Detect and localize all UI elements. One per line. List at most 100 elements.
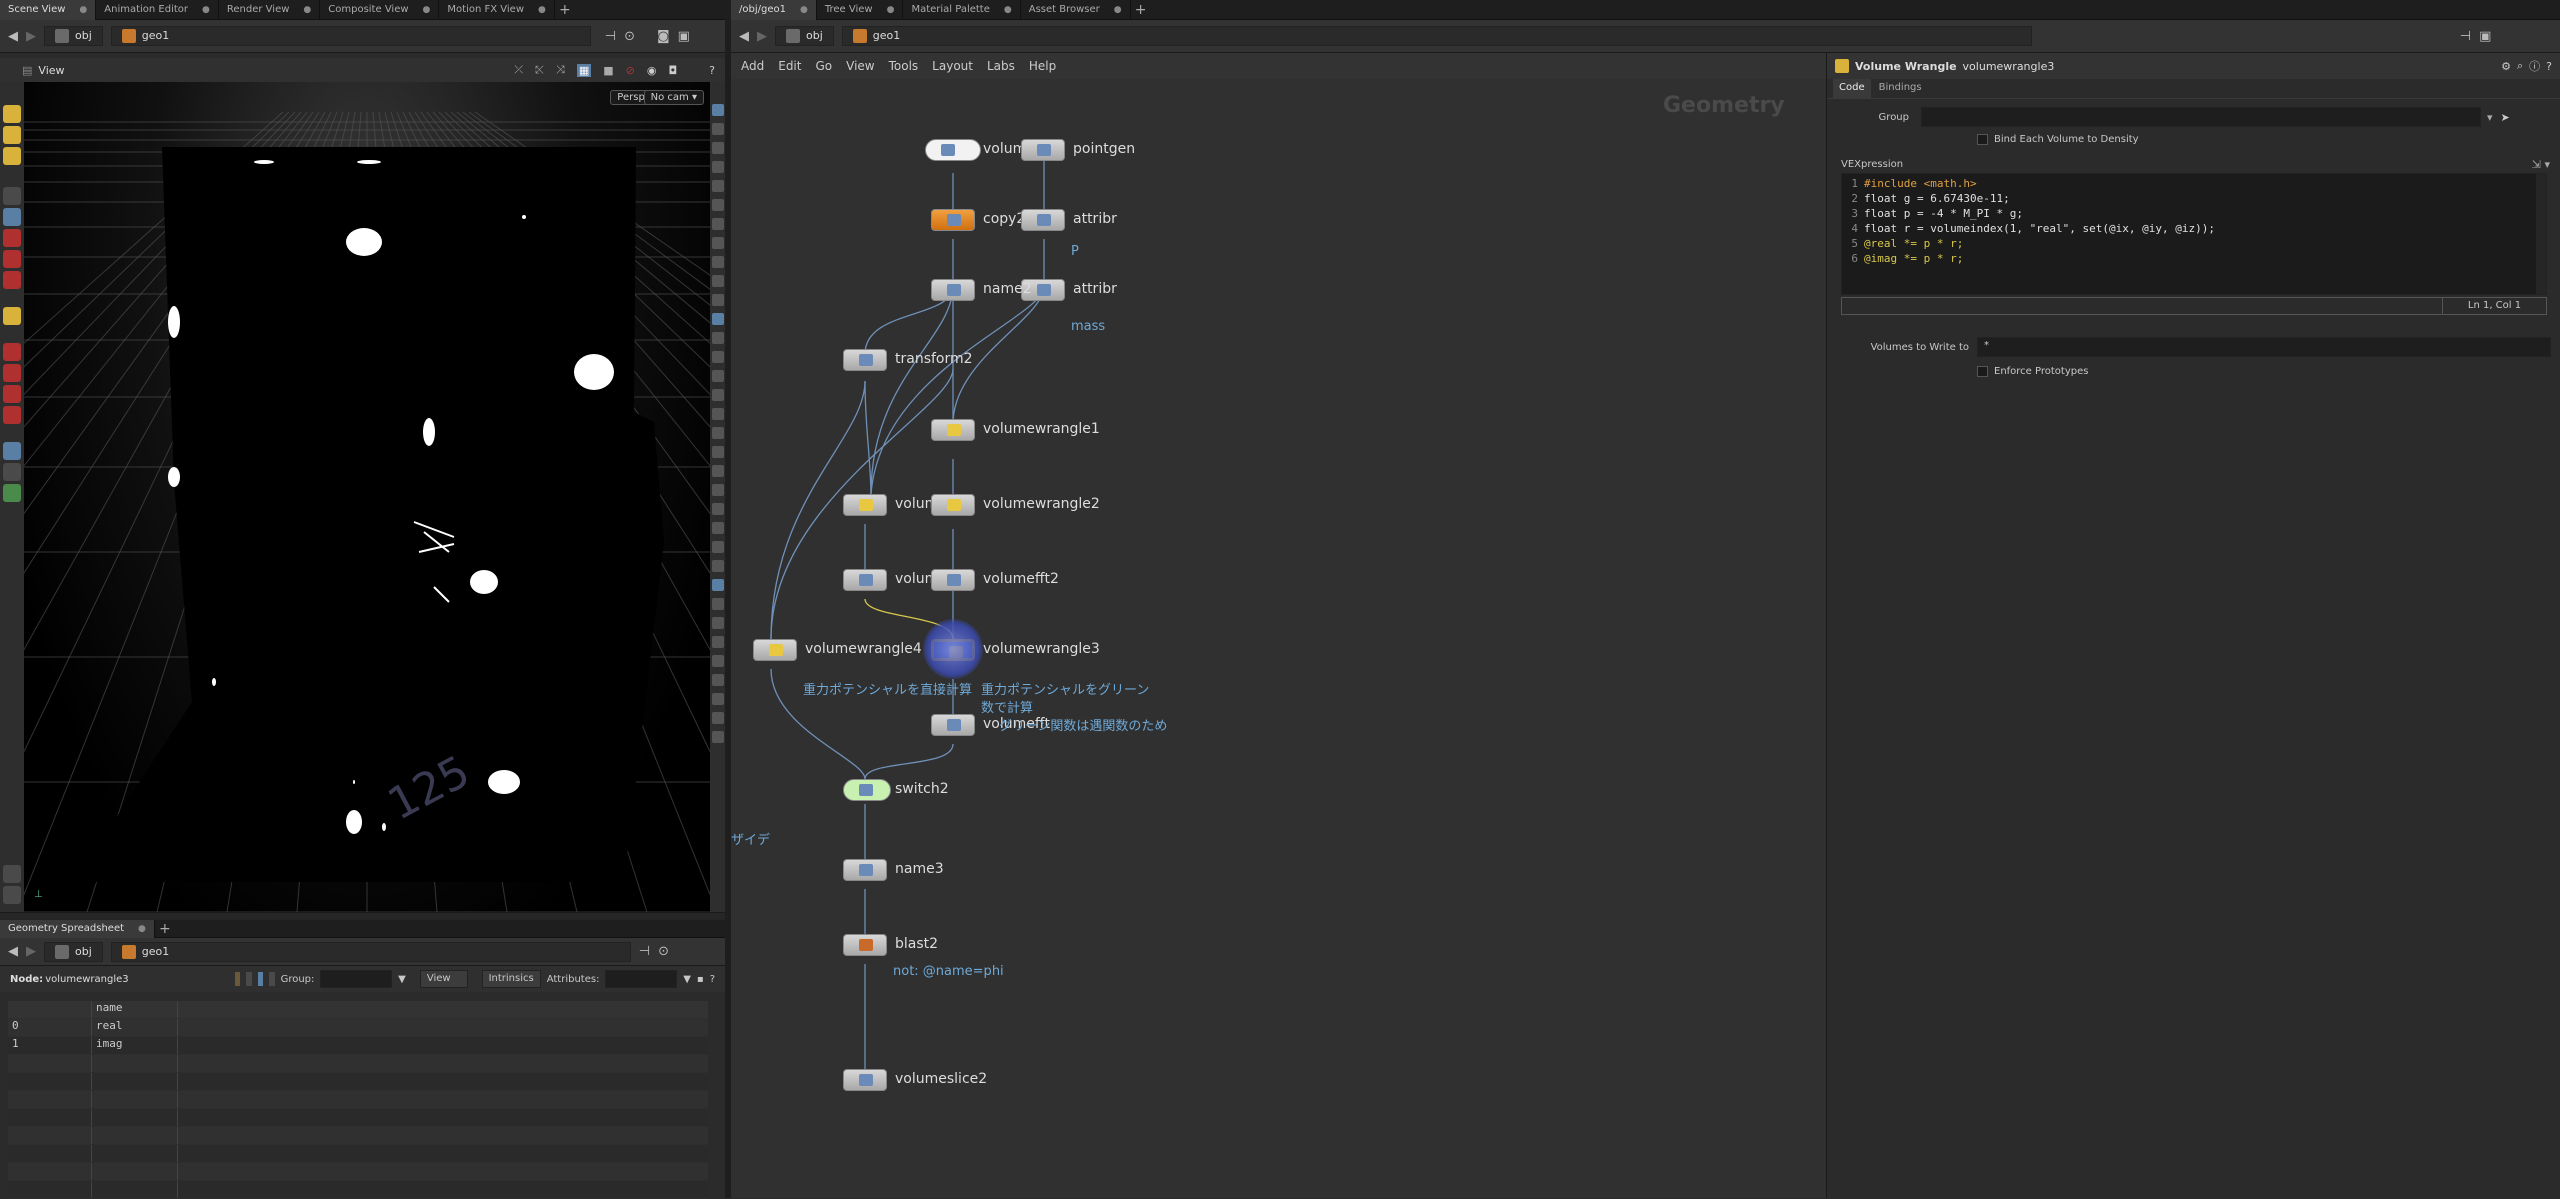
network-node[interactable]	[843, 934, 887, 956]
display-option-icon[interactable]	[711, 427, 724, 439]
vex-scrollbar[interactable]	[2536, 174, 2546, 294]
tab-asset-browser[interactable]: Asset Browser ●	[1021, 0, 1131, 20]
back-arrow-icon[interactable]: ◀	[739, 29, 749, 44]
group-dropdown-icon[interactable]: ▾	[2487, 111, 2493, 124]
move-icon[interactable]	[3, 229, 21, 247]
breadcrumb-geo[interactable]: geo1	[110, 941, 631, 962]
display-option-icon[interactable]	[711, 579, 724, 591]
brush-icon[interactable]	[3, 385, 21, 403]
camera-menu[interactable]: No cam ▾	[643, 90, 704, 105]
network-node[interactable]	[843, 569, 887, 591]
help-icon[interactable]: ?	[709, 64, 715, 77]
close-icon[interactable]: ●	[1114, 0, 1122, 20]
network-node[interactable]	[1021, 209, 1065, 231]
table-row[interactable]	[8, 1181, 708, 1199]
select-arrow-icon[interactable]: ➤	[2501, 111, 2510, 124]
menu-help[interactable]: Help	[1029, 59, 1056, 73]
group-field[interactable]	[320, 970, 393, 988]
display-option-icon[interactable]	[711, 655, 724, 667]
tab-code[interactable]: Code	[1833, 79, 1871, 98]
display-option-icon[interactable]	[711, 161, 724, 173]
network-node[interactable]	[925, 139, 981, 161]
display-option-icon[interactable]	[711, 180, 724, 192]
display-options-icon[interactable]	[3, 886, 21, 904]
table-row[interactable]	[8, 1055, 708, 1073]
network-node[interactable]	[843, 494, 887, 516]
menu-labs[interactable]: Labs	[987, 59, 1015, 73]
add-tab-icon[interactable]: +	[1131, 2, 1151, 18]
bind-checkbox[interactable]	[1977, 133, 1988, 145]
menu-edit[interactable]: Edit	[778, 59, 801, 73]
table-row[interactable]: 1 imag	[8, 1037, 708, 1055]
intrinsics-dropdown[interactable]: Intrinsics	[481, 970, 541, 988]
tab-tree-view[interactable]: Tree View ●	[817, 0, 904, 20]
layout-icon[interactable]: ▣	[2479, 29, 2491, 44]
table-row[interactable]	[8, 1091, 708, 1109]
close-icon[interactable]: ●	[538, 0, 546, 20]
tab-bindings[interactable]: Bindings	[1873, 79, 1928, 98]
display-option-icon[interactable]	[711, 484, 724, 496]
network-node[interactable]	[753, 639, 797, 661]
table-row[interactable]	[8, 1127, 708, 1145]
forward-arrow-icon[interactable]: ▶	[757, 29, 767, 44]
display-option-icon[interactable]	[711, 237, 724, 249]
geometry-spreadsheet-mini-icon[interactable]	[3, 865, 21, 883]
snapshot-icon[interactable]: ◘	[668, 64, 677, 77]
node-name-field[interactable]: volumewrangle3	[1963, 60, 2055, 73]
tab-motion-fx-view[interactable]: Motion FX View ●	[439, 0, 555, 20]
breadcrumb-geo[interactable]: geo1	[841, 26, 2032, 46]
table-row[interactable]: 0 real	[8, 1019, 708, 1037]
link-icon[interactable]: ⊙	[624, 29, 635, 44]
rotate-icon[interactable]	[3, 250, 21, 268]
display-option-icon[interactable]	[711, 104, 724, 116]
wire-toggle-icon[interactable]: ▦	[576, 63, 592, 77]
menu-go[interactable]: Go	[815, 59, 832, 73]
display-option-icon[interactable]	[711, 560, 724, 572]
magnet-icon[interactable]	[3, 406, 21, 424]
display-option-icon[interactable]	[711, 541, 724, 553]
table-row[interactable]	[8, 1109, 708, 1127]
display-option-icon[interactable]	[711, 598, 724, 610]
pin-icon[interactable]: ⊣	[605, 29, 616, 44]
close-icon[interactable]: ●	[138, 920, 146, 938]
network-node[interactable]	[843, 349, 887, 371]
breadcrumb-obj[interactable]: obj	[44, 941, 103, 962]
display-option-icon[interactable]	[711, 617, 724, 629]
display-option-icon[interactable]	[711, 693, 724, 705]
breadcrumb-obj[interactable]: obj	[44, 26, 103, 46]
menu-layout[interactable]: Layout	[932, 59, 973, 73]
add-tab-icon[interactable]: +	[555, 2, 575, 18]
pin-icon[interactable]: ⊣	[2460, 29, 2471, 44]
display-option-icon[interactable]	[711, 674, 724, 686]
network-editor[interactable]: Geometry volume2 pointgen copy2 attribr …	[731, 79, 1826, 1198]
display-option-icon[interactable]	[711, 313, 724, 325]
display-option-icon[interactable]	[711, 503, 724, 515]
view-tool-icon[interactable]	[3, 442, 21, 460]
display-option-icon[interactable]	[711, 731, 724, 743]
help-icon[interactable]: ?	[2546, 60, 2552, 73]
network-node[interactable]	[843, 1069, 887, 1091]
display-option-icon[interactable]	[711, 142, 724, 154]
display-option-icon[interactable]	[711, 636, 724, 648]
network-node[interactable]	[931, 569, 975, 591]
pin-icon[interactable]: ⊣	[639, 944, 650, 959]
close-icon[interactable]: ●	[423, 0, 431, 20]
help-icon[interactable]: ?	[710, 974, 715, 985]
network-node[interactable]	[931, 209, 975, 231]
network-node[interactable]	[931, 419, 975, 441]
menu-view[interactable]: View	[846, 59, 874, 73]
select-points-icon[interactable]	[3, 126, 21, 144]
volumes-field[interactable]: *	[1977, 337, 2551, 357]
layout-icon[interactable]: ▣	[678, 29, 690, 44]
close-icon[interactable]: ●	[800, 0, 808, 20]
display-option-icon[interactable]	[711, 712, 724, 724]
select-arrow-icon[interactable]	[3, 187, 21, 205]
lasso-icon[interactable]	[3, 364, 21, 382]
network-node[interactable]	[1021, 139, 1065, 161]
render-region-icon[interactable]	[3, 484, 21, 502]
menu-tools[interactable]: Tools	[889, 59, 919, 73]
table-row[interactable]	[8, 1073, 708, 1091]
network-node[interactable]	[931, 279, 975, 301]
snap-point-icon[interactable]: ⤨	[556, 63, 565, 77]
tab-material-palette[interactable]: Material Palette ●	[903, 0, 1021, 20]
